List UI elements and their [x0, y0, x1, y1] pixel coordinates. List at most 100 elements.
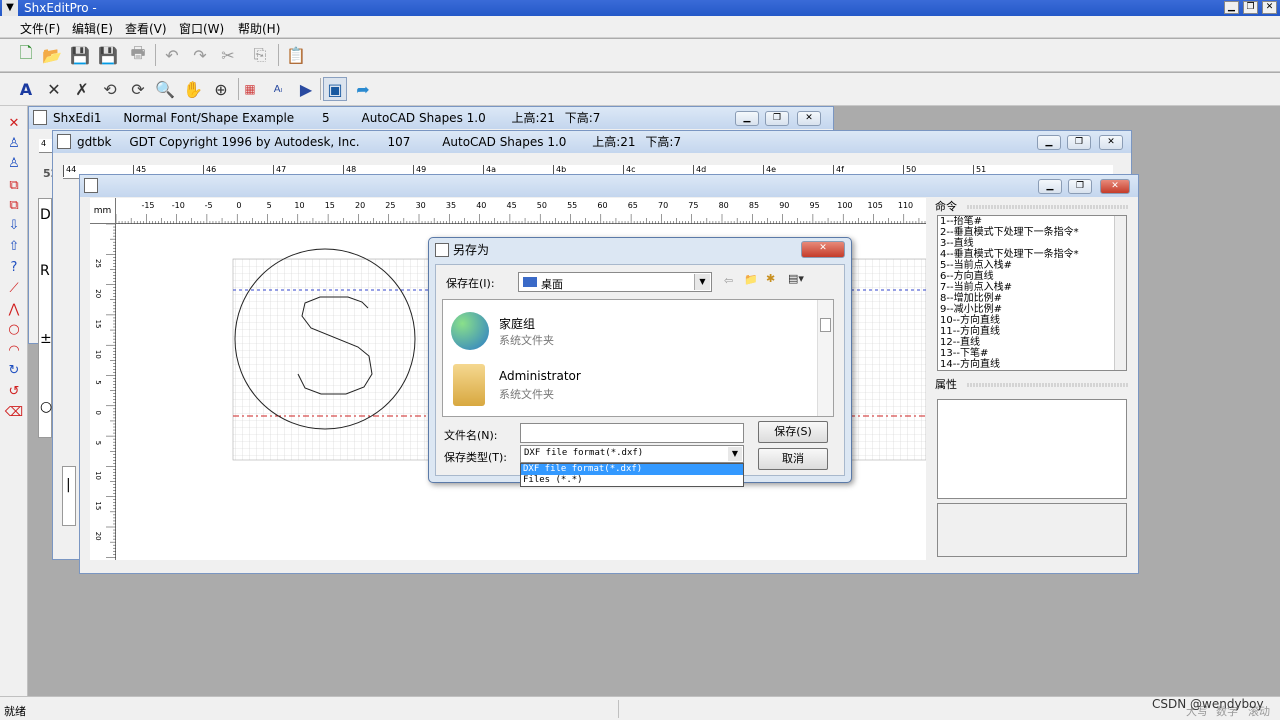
save-icon[interactable]: 💾 [68, 43, 92, 67]
file-list[interactable]: 家庭组 系统文件夹 Administrator 系统文件夹 [442, 299, 834, 417]
view-menu-icon[interactable]: ▤▾ [788, 272, 804, 285]
save-as-dialog[interactable]: 另存为 ✕ 保存在(I): 桌面 ▼ ⇦ 📁 ✱ ▤▾ 家庭组 系统文件夹 Ad… [428, 237, 852, 487]
save-button[interactable]: 保存(S) [758, 421, 828, 443]
filetype-label: 保存类型(T): [444, 451, 508, 464]
dialog-close-button[interactable]: ✕ [801, 241, 845, 258]
property-box[interactable] [937, 399, 1127, 499]
cut-icon[interactable]: ✂ [216, 43, 240, 67]
grid-icon[interactable]: ▦ [238, 77, 262, 101]
ruler-label: 90 [779, 201, 789, 210]
menu-help[interactable]: 帮助(H) [238, 20, 280, 37]
restore-button[interactable]: ❐ [1067, 135, 1091, 150]
back-icon[interactable]: ⇦ [724, 274, 733, 287]
cancel-button[interactable]: 取消 [758, 448, 828, 470]
erase-icon[interactable]: ⌫ [3, 405, 25, 425]
push-stack-icon[interactable]: ⧉ [3, 178, 25, 198]
command-list[interactable]: 1--抬笔# 2--垂直模式下处理下一条指令* 3--直线 4--垂直模式下处理… [937, 215, 1127, 371]
redo-icon[interactable]: ↷ [188, 43, 212, 67]
polyline-icon[interactable]: ⋀ [3, 302, 25, 322]
close-button[interactable]: ✕ [1100, 179, 1130, 194]
zoom-icon[interactable]: 🔍 [153, 77, 177, 101]
chevron-down-icon[interactable]: ▼ [694, 274, 710, 290]
minimize-button[interactable]: ▁ [1037, 135, 1061, 150]
arrow-up-icon[interactable]: ⇧ [3, 239, 25, 259]
pen-down-icon[interactable]: ♙ [3, 136, 25, 156]
restore-button[interactable]: ❐ [1068, 179, 1092, 194]
list-item[interactable]: 10--方向直线 [940, 315, 1126, 326]
rotate-right-icon[interactable]: ⟳ [126, 77, 150, 101]
chevron-down-icon[interactable]: ▼ [728, 447, 742, 461]
menu-edit[interactable]: 编辑(E) [72, 20, 113, 37]
list-item[interactable]: 4--垂直模式下处理下一条指令* [940, 249, 1126, 260]
list-item[interactable]: 1--抬笔# [940, 216, 1126, 227]
save-shape-icon[interactable]: ▣ [323, 77, 347, 101]
filetype-dropdown[interactable]: DXF file format(*.dxf) Files (*.*) [520, 463, 744, 487]
rotate-left-icon[interactable]: ⟲ [98, 77, 122, 101]
play-icon[interactable]: ▶ [294, 77, 318, 101]
list-item[interactable]: 2--垂直模式下处理下一条指令* [940, 227, 1126, 238]
list-item[interactable]: 14--方向直线 [940, 359, 1126, 370]
standard-toolbar: 🗋 📂 💾 💾 🖶 ↶ ↷ ✂ ⎘ 📋 [0, 39, 1280, 72]
arc-cw-icon[interactable]: ↻ [3, 363, 25, 383]
arrow-down-icon[interactable]: ⇩ [3, 218, 25, 238]
dropdown-option[interactable]: Files (*.*) [521, 475, 743, 486]
save-all-icon[interactable]: 💾 [96, 43, 120, 67]
export-icon[interactable]: ➦ [351, 77, 375, 101]
font-icon[interactable]: A [14, 77, 38, 101]
ruler-label: 25 [94, 259, 102, 268]
all-icon[interactable]: Aₗ [266, 77, 290, 101]
undo-icon[interactable]: ↶ [160, 43, 184, 67]
list-item[interactable]: 8--增加比例# [940, 293, 1126, 304]
command-panel: 命令 1--抬笔# 2--垂直模式下处理下一条指令* 3--直线 4--垂直模式… [935, 199, 1129, 559]
list-item[interactable]: 13--下笔# [940, 348, 1126, 359]
new-file-icon[interactable]: 🗋 [14, 43, 38, 67]
restore-button[interactable]: ❐ [1243, 1, 1258, 14]
file-list-scrollbar[interactable] [817, 300, 833, 416]
minimize-button[interactable]: ▁ [1038, 179, 1062, 194]
bulge-icon[interactable]: ↺ [3, 384, 25, 404]
close-button[interactable]: ✕ [797, 111, 821, 126]
list-item[interactable]: 12--直线 [940, 337, 1126, 348]
list-item[interactable]: 家庭组 系统文件夹 [443, 308, 813, 356]
list-item[interactable]: 11--方向直线 [940, 326, 1126, 337]
filename-input[interactable] [520, 423, 744, 443]
list-item[interactable]: 7--当前点入栈# [940, 282, 1126, 293]
menu-view[interactable]: 查看(V) [125, 20, 167, 37]
paste-icon[interactable]: 📋 [284, 43, 308, 67]
new-folder-icon[interactable]: ✱ [766, 272, 775, 285]
up-folder-icon[interactable]: 📁 [744, 273, 758, 286]
pan-hand-icon[interactable]: ✋ [181, 77, 205, 101]
restore-button[interactable]: ❐ [765, 111, 789, 126]
delete-all-icon[interactable]: ✗ [70, 77, 94, 101]
menu-window[interactable]: 窗口(W) [179, 20, 224, 37]
list-item[interactable]: 3--直线 [940, 238, 1126, 249]
circle-icon[interactable]: ○ [3, 322, 25, 342]
command-list-scrollbar[interactable] [1114, 216, 1126, 370]
print-icon[interactable]: 🖶 [126, 43, 150, 67]
zoom-in-icon[interactable]: ⊕ [209, 77, 233, 101]
list-item[interactable]: Administrator 系统文件夹 [443, 362, 813, 410]
list-item[interactable]: 9--减小比例# [940, 304, 1126, 315]
minimize-button[interactable]: ▁ [735, 111, 759, 126]
list-item[interactable]: 6--方向直线 [940, 271, 1126, 282]
save-in-select[interactable]: 桌面 ▼ [518, 272, 712, 292]
delete-icon[interactable]: ✕ [42, 77, 66, 101]
filetype-select[interactable]: DXF file format(*.dxf) ▼ [520, 445, 744, 463]
close-button[interactable]: ✕ [1262, 1, 1277, 14]
minimize-button[interactable]: ▁ [1224, 1, 1239, 14]
open-folder-icon[interactable]: 📂 [40, 43, 64, 67]
dropdown-option-selected[interactable]: DXF file format(*.dxf) [521, 464, 743, 475]
copy-icon[interactable]: ⎘ [248, 43, 272, 67]
list-item[interactable]: 5--当前点入栈# [940, 260, 1126, 271]
close-button[interactable]: ✕ [1099, 135, 1123, 150]
arc-icon[interactable]: ◠ [3, 343, 25, 363]
cross-icon[interactable]: ✕ [3, 116, 25, 136]
menu-file[interactable]: 文件(F) [20, 20, 60, 37]
pen-up-icon[interactable]: ♙ [3, 156, 25, 176]
glyph-column: D R ± ○ [38, 198, 52, 438]
help-icon[interactable]: ? [3, 260, 25, 280]
system-menu-icon[interactable]: ▼ [2, 0, 18, 16]
pop-stack-icon[interactable]: ⧉ [3, 198, 25, 218]
window-title-gdtbk: gdtbk GDT Copyright 1996 by Autodesk, In… [53, 131, 1131, 153]
line-icon[interactable]: ⟋ [3, 281, 25, 301]
